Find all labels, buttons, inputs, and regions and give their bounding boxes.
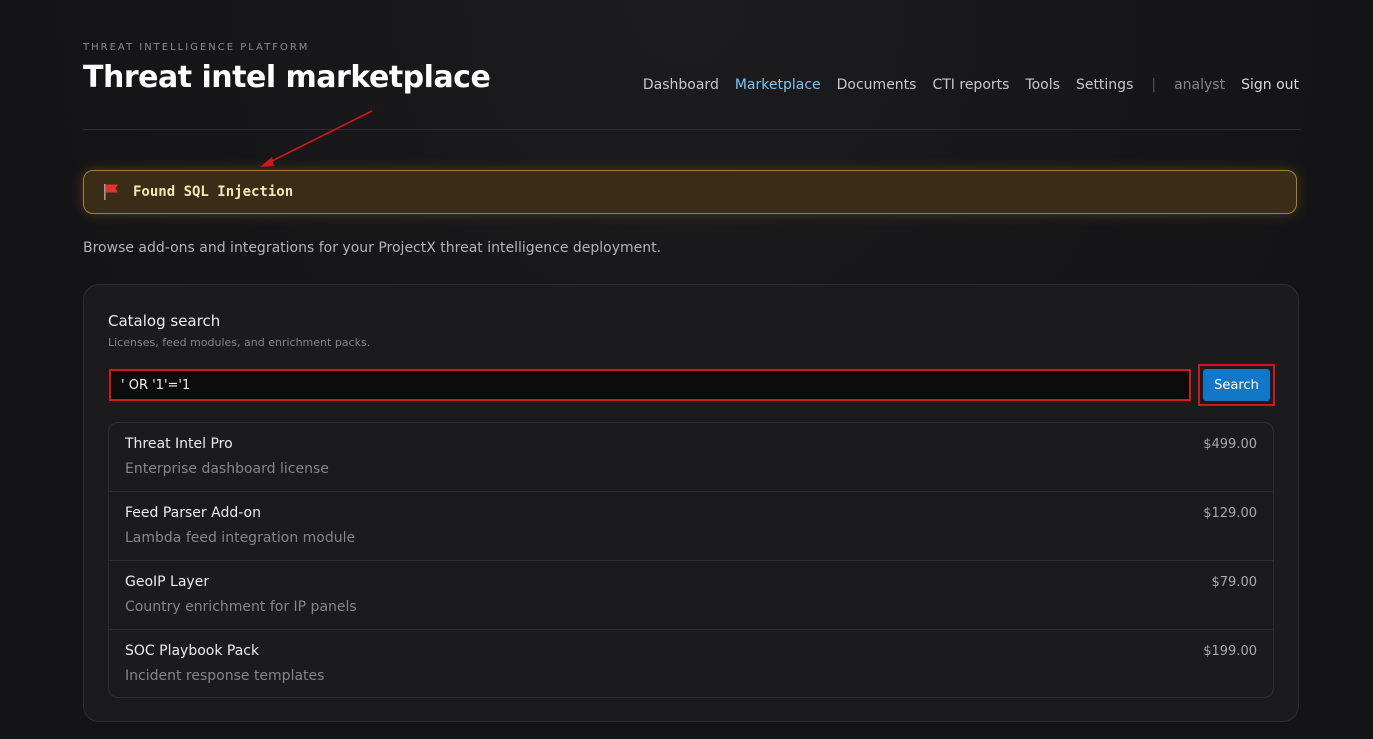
flag-text: Found SQL Injection xyxy=(133,184,294,200)
search-button[interactable]: Search xyxy=(1203,369,1270,401)
list-item[interactable]: Threat Intel Pro Enterprise dashboard li… xyxy=(109,423,1273,492)
catalog-title: Catalog search xyxy=(108,312,221,330)
red-flag-icon xyxy=(101,182,121,202)
current-user: analyst xyxy=(1174,77,1226,93)
search-button-highlight: Search xyxy=(1198,364,1275,406)
flag-banner: Found SQL Injection xyxy=(83,170,1297,214)
nav-cti-reports[interactable]: CTI reports xyxy=(932,77,1009,93)
catalog-subtitle: Licenses, feed modules, and enrichment p… xyxy=(108,336,371,349)
nav-settings[interactable]: Settings xyxy=(1076,77,1133,93)
item-price: $499.00 xyxy=(1203,437,1257,452)
catalog-panel: Catalog search Licenses, feed modules, a… xyxy=(83,284,1299,722)
nav-dashboard[interactable]: Dashboard xyxy=(643,77,719,93)
item-name: GeoIP Layer xyxy=(125,574,210,590)
item-price: $79.00 xyxy=(1211,575,1258,590)
platform-label: THREAT INTELLIGENCE PLATFORM xyxy=(83,42,310,53)
list-item[interactable]: SOC Playbook Pack Incident response temp… xyxy=(109,630,1273,697)
item-name: Threat Intel Pro xyxy=(125,436,233,452)
page: THREAT INTELLIGENCE PLATFORM Threat inte… xyxy=(0,0,1373,739)
nav-separator: | xyxy=(1151,77,1157,93)
nav-marketplace[interactable]: Marketplace xyxy=(735,77,821,93)
item-name: Feed Parser Add-on xyxy=(125,505,261,521)
item-name: SOC Playbook Pack xyxy=(125,643,260,659)
item-description: Enterprise dashboard license xyxy=(125,461,329,477)
item-price: $199.00 xyxy=(1203,644,1257,659)
item-description: Lambda feed integration module xyxy=(125,530,356,546)
catalog-search-input[interactable] xyxy=(109,369,1191,401)
list-item[interactable]: Feed Parser Add-on Lambda feed integrati… xyxy=(109,492,1273,561)
nav-documents[interactable]: Documents xyxy=(837,77,917,93)
list-item[interactable]: GeoIP Layer Country enrichment for IP pa… xyxy=(109,561,1273,630)
intro-text: Browse add-ons and integrations for your… xyxy=(83,240,662,256)
sign-out-link[interactable]: Sign out xyxy=(1241,77,1299,93)
nav-tools[interactable]: Tools xyxy=(1025,77,1060,93)
item-description: Country enrichment for IP panels xyxy=(125,599,357,615)
item-price: $129.00 xyxy=(1203,506,1257,521)
item-description: Incident response templates xyxy=(125,668,325,684)
top-nav: Dashboard Marketplace Documents CTI repo… xyxy=(643,77,1299,93)
catalog-list: Threat Intel Pro Enterprise dashboard li… xyxy=(108,422,1274,698)
page-title: Threat intel marketplace xyxy=(83,60,491,95)
header-divider xyxy=(83,129,1301,130)
